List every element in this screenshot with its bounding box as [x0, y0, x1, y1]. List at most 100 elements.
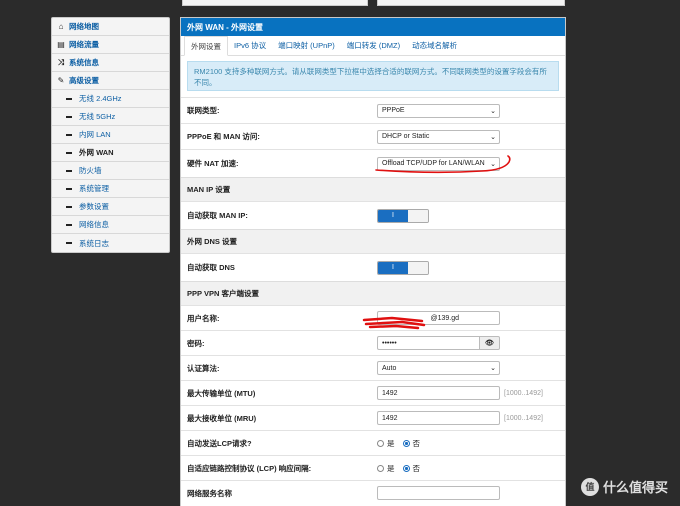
lcp-label: 自动发送LCP请求?	[187, 438, 252, 448]
tab-bar: 外网设置 IPv6 协议 端口映射 (UPnP) 端口转发 (DMZ) 动态域名…	[181, 36, 565, 56]
sidebar-sub-syslog[interactable]: 系统日志	[52, 234, 169, 252]
page-title: 外网 WAN - 外网设置	[181, 18, 565, 36]
tab-wan-settings[interactable]: 外网设置	[184, 36, 228, 56]
mtu-range-hint: [1000..1492]	[504, 389, 543, 397]
dash-icon	[66, 187, 72, 190]
tab-dmz[interactable]: 端口转发 (DMZ)	[341, 36, 406, 55]
pppoe-man-value: DHCP or Static	[382, 133, 430, 140]
sidebar-sub-label: 参数设置	[79, 202, 109, 211]
mru-range-hint: [1000..1492]	[504, 414, 543, 422]
lcp-adaptive-yes-radio[interactable]: 是	[377, 463, 395, 474]
redaction-scribble	[362, 316, 426, 330]
sidebar-sub-admin[interactable]: 系统管理	[52, 180, 169, 198]
row-auth: 认证算法: Auto ⌄	[181, 355, 565, 380]
sidebar: ⌂ 网络地图 ▤ 网络流量 ⤨ 系统信息 ✎ 高级设置 无线 2.4GHz 无线…	[51, 17, 170, 253]
lcp-yes-radio[interactable]: 是	[377, 438, 395, 449]
username-label: 用户名称:	[187, 313, 220, 323]
password-value: ••••••	[382, 339, 397, 347]
lcp-adaptive-yes-label: 是	[387, 463, 395, 473]
row-man-ip-auto: 自动获取 MAN IP: I	[181, 201, 565, 229]
sidebar-sub-label: 网络信息	[79, 220, 109, 229]
lcp-adaptive-no-radio[interactable]: 否	[402, 463, 421, 474]
top-panel-stub-left	[182, 0, 368, 6]
tab-ddns[interactable]: 动态域名解析	[406, 36, 463, 55]
sidebar-item-system-info[interactable]: ⤨ 系统信息	[52, 54, 169, 72]
lcp-yes-label: 是	[387, 438, 395, 448]
sidebar-sub-label: 系统管理	[79, 184, 109, 193]
sidebar-sub-wifi-5[interactable]: 无线 5GHz	[52, 108, 169, 126]
lcp-adaptive-no-label: 否	[412, 463, 421, 473]
dash-icon	[66, 169, 72, 172]
radio-dot	[377, 439, 384, 447]
pppoe-man-select[interactable]: DHCP or Static ⌄	[377, 129, 500, 144]
dash-icon	[66, 115, 72, 118]
sidebar-item-label: 网络流量	[69, 40, 99, 49]
service-name-input[interactable]	[377, 486, 500, 500]
sidebar-item-traffic[interactable]: ▤ 网络流量	[52, 36, 169, 54]
service-name-label: 网络服务名称	[187, 488, 232, 498]
sidebar-sub-label: 防火墙	[79, 166, 102, 175]
sidebar-sub-lan[interactable]: 内网 LAN	[52, 126, 169, 144]
auth-select[interactable]: Auto ⌄	[377, 361, 500, 375]
row-lcp: 自动发送LCP请求? 是 否	[181, 430, 565, 455]
watermark-logo-icon: 值	[580, 477, 599, 496]
shuffle-icon: ⤨	[57, 57, 65, 67]
dash-icon	[66, 242, 72, 244]
auth-label: 认证算法:	[187, 363, 220, 373]
row-password: 密码: •••••• 👁	[181, 330, 565, 355]
sidebar-sub-label: 无线 2.4GHz	[79, 94, 122, 103]
tab-ipv6[interactable]: IPv6 协议	[228, 36, 272, 55]
man-ip-auto-toggle[interactable]: I	[377, 208, 429, 223]
dash-icon	[66, 151, 72, 154]
watermark: 值 什么值得买	[580, 477, 668, 496]
dns-auto-toggle[interactable]: I	[377, 260, 429, 275]
chevron-down-icon: ⌄	[490, 107, 496, 115]
password-input[interactable]: ••••••	[377, 336, 480, 350]
sidebar-sub-params[interactable]: 参数设置	[52, 198, 169, 216]
sidebar-sub-label: 内网 LAN	[79, 130, 111, 139]
dash-icon	[66, 97, 72, 100]
sidebar-item-label: 系统信息	[69, 58, 99, 67]
sidebar-sub-wifi-24[interactable]: 无线 2.4GHz	[52, 90, 169, 108]
password-label: 密码:	[187, 338, 205, 348]
conn-type-value: PPPoE	[382, 107, 405, 114]
sidebar-item-network-map[interactable]: ⌂ 网络地图	[52, 18, 169, 36]
mru-input[interactable]: 1492	[377, 411, 500, 425]
dash-icon	[66, 205, 72, 208]
mru-value: 1492	[382, 414, 398, 422]
tab-upnp[interactable]: 端口映射 (UPnP)	[272, 36, 341, 55]
toggle-on-label: I	[378, 261, 408, 274]
chevron-down-icon: ⌄	[490, 133, 496, 141]
sidebar-sub-label: 外网 WAN	[79, 148, 114, 157]
section-vpn: PPP VPN 客户端设置	[181, 281, 565, 305]
sidebar-sub-firewall[interactable]: 防火墙	[52, 162, 169, 180]
toggle-on-label: I	[378, 209, 408, 222]
pppoe-man-label: PPPoE 和 MAN 访问:	[187, 132, 260, 141]
row-pppoe-man: PPPoE 和 MAN 访问: DHCP or Static ⌄	[181, 123, 565, 149]
sidebar-sub-wan[interactable]: 外网 WAN	[52, 144, 169, 162]
hw-nat-label: 硬件 NAT 加速:	[187, 159, 239, 168]
sidebar-item-advanced[interactable]: ✎ 高级设置	[52, 72, 169, 90]
mtu-input[interactable]: 1492	[377, 386, 500, 400]
row-mtu: 最大传输单位 (MTU) 1492 [1000..1492]	[181, 380, 565, 405]
toggle-off-area	[408, 261, 428, 274]
username-value: @139.gd	[430, 314, 459, 322]
toggle-off-area	[408, 209, 428, 222]
radio-dot-checked	[402, 464, 410, 472]
watermark-text: 什么值得买	[602, 480, 668, 495]
chart-icon: ▤	[57, 40, 65, 49]
sidebar-sub-netinfo[interactable]: 网络信息	[52, 216, 169, 234]
lcp-no-radio[interactable]: 否	[402, 438, 421, 449]
row-conn-type: 联网类型: PPPoE ⌄	[181, 97, 565, 123]
lcp-no-label: 否	[412, 438, 421, 448]
auth-value: Auto	[382, 364, 397, 372]
man-ip-auto-label: 自动获取 MAN IP:	[187, 211, 248, 220]
eye-icon[interactable]: 👁	[480, 336, 500, 350]
top-panel-stub-right	[377, 0, 565, 6]
mtu-label: 最大传输单位 (MTU)	[187, 388, 256, 398]
row-dns-auto: 自动获取 DNS I	[181, 253, 565, 281]
mtu-value: 1492	[382, 389, 398, 397]
row-service-name: 网络服务名称	[181, 480, 565, 505]
wan-settings-panel: 外网 WAN - 外网设置 外网设置 IPv6 协议 端口映射 (UPnP) 端…	[180, 17, 566, 506]
conn-type-select[interactable]: PPPoE ⌄	[377, 103, 500, 118]
